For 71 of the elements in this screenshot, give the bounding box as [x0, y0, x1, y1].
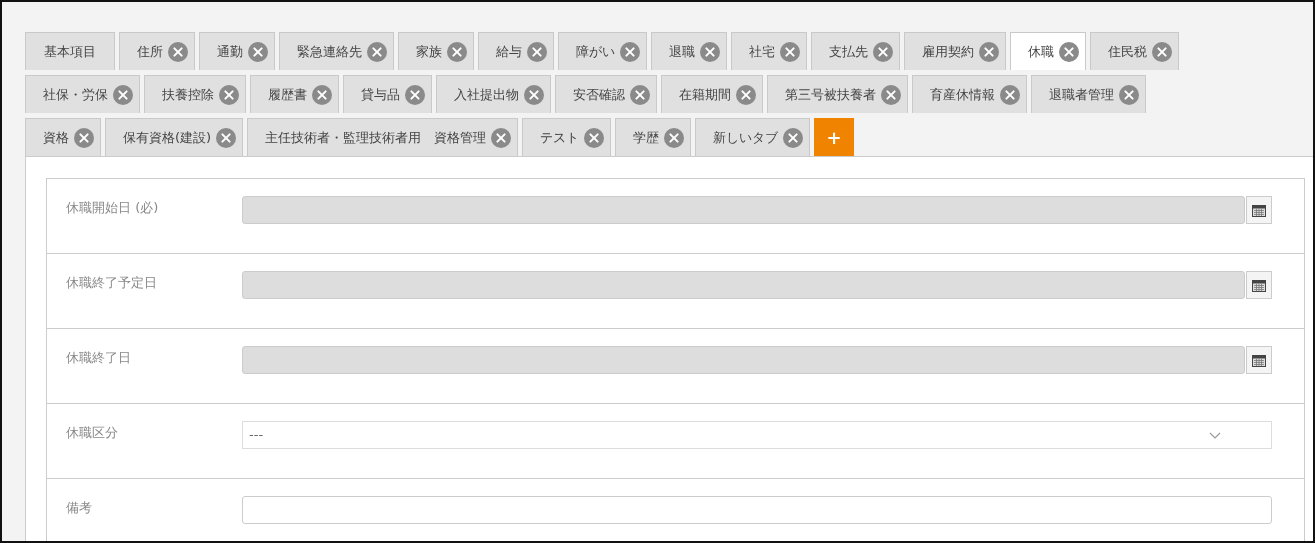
- close-icon[interactable]: [736, 84, 756, 105]
- close-icon[interactable]: [881, 84, 901, 105]
- tab[interactable]: 第三号被扶養者: [767, 75, 908, 113]
- calendar-button[interactable]: [1246, 346, 1272, 374]
- tab[interactable]: 資格: [25, 118, 101, 156]
- calendar-icon: [1252, 278, 1266, 292]
- tab[interactable]: 扶養控除: [144, 75, 246, 113]
- tab[interactable]: 在籍期間: [661, 75, 763, 113]
- chevron-down-icon: [1209, 431, 1221, 439]
- tab[interactable]: 退職者管理: [1031, 75, 1146, 113]
- close-icon[interactable]: [783, 127, 804, 148]
- close-icon[interactable]: [447, 41, 467, 62]
- close-icon[interactable]: [630, 84, 650, 105]
- close-icon[interactable]: [524, 84, 544, 105]
- close-icon[interactable]: [491, 127, 512, 148]
- tab[interactable]: 休職: [1010, 32, 1086, 70]
- field-label: 備考: [66, 499, 93, 517]
- tab[interactable]: 障がい: [558, 32, 647, 70]
- close-icon[interactable]: [248, 41, 268, 62]
- close-icon[interactable]: [219, 84, 239, 105]
- tab[interactable]: 住所: [119, 32, 195, 70]
- close-icon[interactable]: [312, 84, 332, 105]
- tab[interactable]: 基本項目: [25, 32, 115, 70]
- close-icon[interactable]: [1152, 41, 1172, 62]
- tab[interactable]: 通勤: [199, 32, 275, 70]
- tab[interactable]: 退職: [651, 32, 727, 70]
- close-icon[interactable]: [780, 41, 800, 62]
- calendar-icon: [1252, 353, 1266, 367]
- field-label: 休職終了予定日: [66, 274, 158, 292]
- field-label: 休職区分: [66, 424, 119, 442]
- close-icon[interactable]: [74, 127, 94, 148]
- text-field[interactable]: [242, 496, 1272, 524]
- close-icon[interactable]: [367, 41, 387, 62]
- field-label: 休職終了日: [66, 349, 132, 367]
- close-icon[interactable]: [873, 41, 893, 62]
- close-icon[interactable]: [1000, 84, 1020, 105]
- close-icon[interactable]: [620, 41, 640, 62]
- tab[interactable]: 社宅: [731, 32, 807, 70]
- calendar-icon: [1252, 203, 1266, 217]
- close-icon[interactable]: [584, 127, 605, 148]
- tab[interactable]: 履歴書: [250, 75, 339, 113]
- close-icon[interactable]: [527, 41, 547, 62]
- tab[interactable]: 主任技術者・監理技術者用 資格管理: [247, 118, 519, 156]
- tab[interactable]: 給与: [478, 32, 554, 70]
- tab[interactable]: 貸与品: [343, 75, 432, 113]
- tab[interactable]: 入社提出物: [436, 75, 551, 113]
- close-icon[interactable]: [1119, 84, 1139, 105]
- tab[interactable]: テスト: [522, 118, 612, 156]
- close-icon[interactable]: [1059, 41, 1079, 62]
- tab[interactable]: 家族: [398, 32, 474, 70]
- tab[interactable]: 安否確認: [555, 75, 657, 113]
- tab[interactable]: 雇用契約: [904, 32, 1006, 70]
- calendar-button[interactable]: [1246, 196, 1272, 224]
- tab[interactable]: 新しいタブ: [695, 118, 811, 156]
- close-icon[interactable]: [664, 127, 685, 148]
- close-icon[interactable]: [979, 41, 999, 62]
- tab[interactable]: 保有資格(建設): [105, 118, 244, 156]
- tab[interactable]: 育産休情報: [912, 75, 1027, 113]
- tab[interactable]: 住民税: [1090, 32, 1179, 70]
- tab[interactable]: 支払先: [811, 32, 900, 70]
- tab[interactable]: 学歴: [615, 118, 692, 156]
- calendar-button[interactable]: [1246, 271, 1272, 299]
- tab[interactable]: 社保・労保: [25, 75, 140, 113]
- select-field[interactable]: ---: [242, 421, 1272, 449]
- close-icon[interactable]: [168, 41, 188, 62]
- close-icon[interactable]: [405, 84, 425, 105]
- tab[interactable]: 緊急連絡先: [279, 32, 394, 70]
- close-icon[interactable]: [700, 41, 720, 62]
- field-label: 休職開始日 (必): [66, 199, 160, 217]
- close-icon[interactable]: [113, 84, 133, 105]
- close-icon[interactable]: [216, 127, 237, 148]
